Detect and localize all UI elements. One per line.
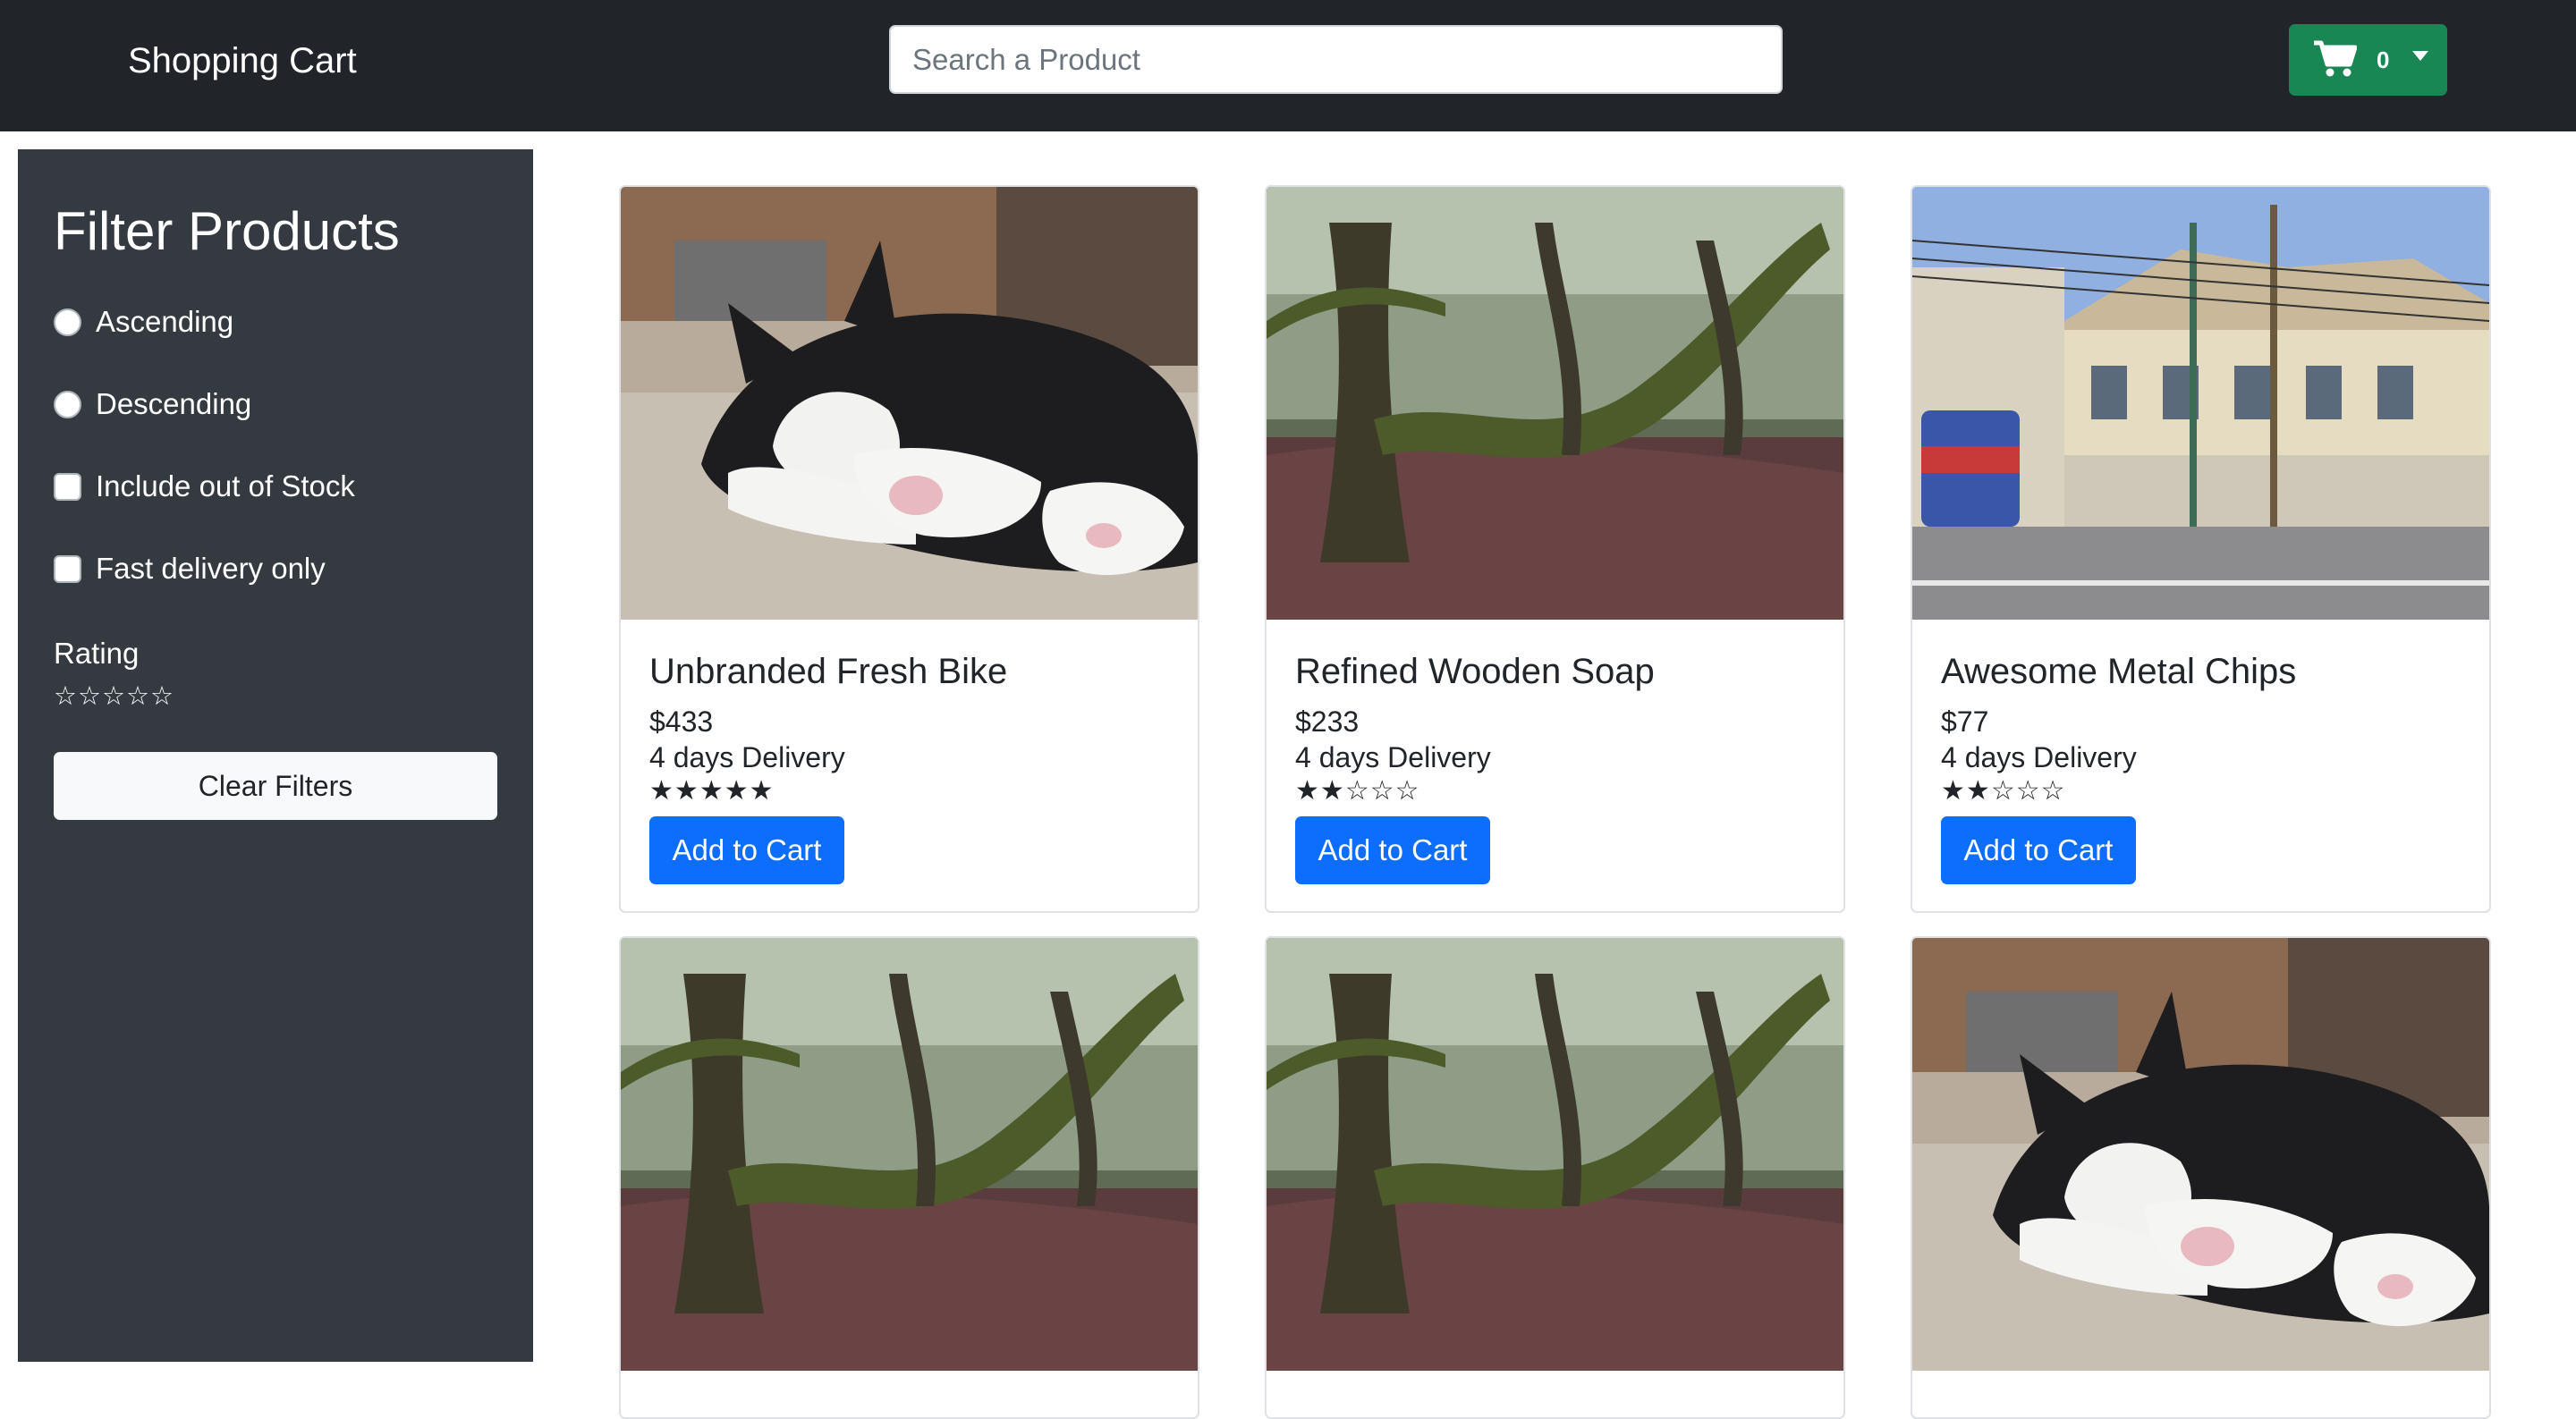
star-outline-icon[interactable]: ☆ <box>126 682 150 711</box>
navbar: Shopping Cart 0 <box>0 0 2576 131</box>
star-outline-icon: ☆ <box>2015 776 2041 806</box>
star-outline-icon: ☆ <box>1344 776 1370 806</box>
fast-delivery-option[interactable]: Fast delivery only <box>54 547 326 590</box>
product-title: Refined Wooden Soap <box>1295 652 1655 691</box>
product-card-body: Awesome Metal Chips $77 4 days Delivery ★★☆… <box>1912 650 2489 911</box>
product-card: Awesome Metal Chips $77 4 days Delivery ★★☆… <box>1911 185 2491 913</box>
product-image <box>1267 938 1843 1371</box>
star-outline-icon[interactable]: ☆ <box>102 682 126 711</box>
product-image <box>1912 938 2489 1371</box>
star-filled-icon: ★ <box>1295 776 1320 806</box>
filter-sidebar: Filter Products Ascending Descending Inc… <box>18 149 533 1362</box>
rating-filter-stars[interactable]: ☆☆☆☆☆ <box>54 680 174 712</box>
star-filled-icon: ★ <box>1319 776 1345 806</box>
sort-ascending-option[interactable]: Ascending <box>54 300 233 343</box>
cart-icon <box>2314 39 2358 81</box>
cart-dropdown-button[interactable]: 0 <box>2289 24 2447 96</box>
sort-descending-label: Descending <box>96 387 252 420</box>
star-filled-icon: ★ <box>1965 776 1991 806</box>
product-title: Awesome Metal Chips <box>1941 652 2297 691</box>
product-card: Refined Wooden Soap $233 4 days Delivery ★★… <box>1265 185 1845 913</box>
include-out-of-stock-option[interactable]: Include out of Stock <box>54 465 355 508</box>
star-filled-icon: ★ <box>724 776 750 806</box>
product-card-body: Unbranded Fresh Bike $433 4 days Delivery ★… <box>621 650 1198 911</box>
star-outline-icon[interactable]: ☆ <box>54 682 78 711</box>
star-filled-icon: ★ <box>649 776 674 806</box>
star-outline-icon[interactable]: ☆ <box>78 682 102 711</box>
search-input[interactable] <box>889 25 1783 94</box>
star-outline-icon: ☆ <box>1394 776 1420 806</box>
product-card-body: Refined Wooden Soap $233 4 days Delivery ★★… <box>1267 650 1843 911</box>
star-filled-icon: ★ <box>674 776 699 806</box>
product-delivery: 4 days Delivery <box>1941 741 2137 773</box>
product-price: $233 <box>1295 705 1360 738</box>
add-to-cart-button[interactable]: Add to Cart <box>1295 816 1490 884</box>
product-delivery: 4 days Delivery <box>1295 741 1491 773</box>
add-to-cart-button[interactable]: Add to Cart <box>1941 816 2136 884</box>
sort-descending-radio[interactable] <box>54 390 81 418</box>
product-rating-stars: ★★☆☆☆ <box>1295 775 1815 807</box>
rating-label: Rating <box>54 637 140 670</box>
product-image <box>621 187 1198 620</box>
product-title: Unbranded Fresh Bike <box>649 652 1008 691</box>
star-outline-icon[interactable]: ☆ <box>150 682 174 711</box>
product-delivery: 4 days Delivery <box>649 741 845 773</box>
product-card <box>1911 936 2491 1419</box>
star-filled-icon: ★ <box>1941 776 1966 806</box>
fast-delivery-checkbox[interactable] <box>54 554 81 583</box>
fast-delivery-label: Fast delivery only <box>96 552 326 585</box>
product-image <box>1267 187 1843 620</box>
include-out-of-stock-checkbox[interactable] <box>54 472 81 501</box>
add-to-cart-button[interactable]: Add to Cart <box>649 816 844 884</box>
star-filled-icon: ★ <box>749 776 775 806</box>
star-outline-icon: ☆ <box>2040 776 2066 806</box>
star-filled-icon: ★ <box>699 776 724 806</box>
product-price: $77 <box>1941 705 1989 738</box>
brand-title[interactable]: Shopping Cart <box>128 36 357 86</box>
cart-count-badge: 0 <box>2377 46 2390 73</box>
star-outline-icon: ☆ <box>1369 776 1395 806</box>
include-out-of-stock-label: Include out of Stock <box>96 469 355 503</box>
sidebar-title: Filter Products <box>54 201 400 261</box>
product-card <box>1265 936 1845 1419</box>
product-price: $433 <box>649 705 714 738</box>
sort-ascending-radio[interactable] <box>54 308 81 336</box>
product-rating-stars: ★★★★★ <box>649 775 1169 807</box>
product-image <box>621 938 1198 1371</box>
product-rating-stars: ★★☆☆☆ <box>1941 775 2461 807</box>
product-card <box>619 936 1199 1419</box>
clear-filters-button[interactable]: Clear Filters <box>54 752 497 820</box>
product-card: Unbranded Fresh Bike $433 4 days Delivery ★… <box>619 185 1199 913</box>
product-image <box>1912 187 2489 620</box>
sort-ascending-label: Ascending <box>96 305 234 338</box>
sort-descending-option[interactable]: Descending <box>54 383 251 426</box>
chevron-down-icon <box>2412 50 2429 61</box>
star-outline-icon: ☆ <box>1990 776 2016 806</box>
